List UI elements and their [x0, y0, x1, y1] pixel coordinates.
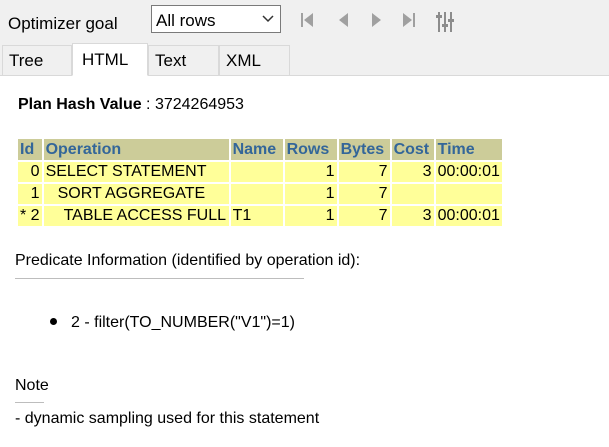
column-header-cost: Cost: [391, 139, 434, 160]
column-header-time: Time: [435, 139, 502, 160]
execution-plan-table: Id Operation Name Rows Bytes Cost Time 0…: [16, 137, 504, 228]
cell-rows: 1: [284, 162, 337, 182]
view-tabs: Tree HTML Text XML: [0, 43, 609, 76]
cell-cost: 3: [391, 206, 434, 226]
column-header-id: Id: [18, 139, 42, 160]
cell-time: 00:00:01: [435, 162, 502, 182]
first-icon[interactable]: [299, 11, 317, 31]
plan-hash: Plan Hash Value : 3724264953: [18, 96, 244, 114]
column-header-operation: Operation: [43, 139, 229, 160]
column-header-rows: Rows: [284, 139, 337, 160]
next-icon[interactable]: [368, 11, 386, 31]
optimizer-goal-label: Optimizer goal: [8, 14, 118, 33]
chevron-down-icon: [262, 11, 274, 23]
tab-text-label: Text: [155, 51, 187, 70]
cell-id: 1: [18, 184, 42, 204]
cell-operation: TABLE ACCESS FULL: [43, 206, 229, 226]
note-text: - dynamic sampling used for this stateme…: [15, 410, 320, 427]
cell-operation: SELECT STATEMENT: [43, 162, 229, 182]
tab-html-label: HTML: [82, 50, 129, 69]
table-header-row: Id Operation Name Rows Bytes Cost Time: [18, 139, 502, 160]
cell-name: T1: [230, 206, 283, 226]
tab-tree[interactable]: Tree: [2, 45, 72, 75]
cell-bytes: 7: [338, 184, 390, 204]
optimizer-goal-value: All rows: [156, 11, 216, 30]
cell-id: 0: [18, 162, 42, 182]
predicate-text: 2 - filter(TO_NUMBER("V1")=1): [71, 314, 295, 331]
cell-name: [230, 184, 283, 204]
plan-hash-value: 3724264953: [154, 96, 244, 113]
cell-rows: 1: [284, 206, 337, 226]
previous-icon[interactable]: [336, 11, 354, 31]
cell-name: [230, 162, 283, 182]
tab-xml[interactable]: XML: [219, 45, 290, 75]
note-title: Note: [15, 377, 49, 394]
bullet-icon: [50, 318, 57, 325]
cell-cost: 3: [391, 162, 434, 182]
cell-operation: SORT AGGREGATE: [43, 184, 229, 204]
cell-id: * 2: [18, 206, 42, 226]
cell-rows: 1: [284, 184, 337, 204]
note-divider: [15, 402, 44, 403]
cell-time: [435, 184, 502, 204]
column-header-name: Name: [230, 139, 283, 160]
list-item: 2 - filter(TO_NUMBER("V1")=1): [50, 314, 295, 332]
tab-tree-label: Tree: [9, 51, 44, 70]
tab-text[interactable]: Text: [148, 45, 219, 75]
table-row: 0 SELECT STATEMENT 1 7 3 00:00:01: [18, 162, 502, 182]
toolbar: Optimizer goal All rows: [0, 0, 609, 43]
plan-hash-label: Plan Hash Value: [18, 96, 142, 113]
settings-sliders-icon[interactable]: [436, 11, 454, 32]
html-view: Plan Hash Value : 3724264953 Id Operatio…: [0, 76, 609, 447]
optimizer-goal-select[interactable]: All rows: [151, 5, 281, 33]
last-icon[interactable]: [401, 11, 419, 31]
cell-cost: [391, 184, 434, 204]
cell-bytes: 7: [338, 206, 390, 226]
tab-xml-label: XML: [226, 51, 261, 70]
cell-bytes: 7: [338, 162, 390, 182]
table-row: * 2 TABLE ACCESS FULL T1 1 7 3 00:00:01: [18, 206, 502, 226]
plan-hash-separator: :: [141, 96, 155, 113]
predicate-divider: [15, 278, 304, 279]
column-header-bytes: Bytes: [338, 139, 390, 160]
predicate-info-title: Predicate Information (identified by ope…: [15, 252, 361, 269]
cell-time: 00:00:01: [435, 206, 502, 226]
table-row: 1 SORT AGGREGATE 1 7: [18, 184, 502, 204]
tab-html[interactable]: HTML: [72, 43, 148, 76]
